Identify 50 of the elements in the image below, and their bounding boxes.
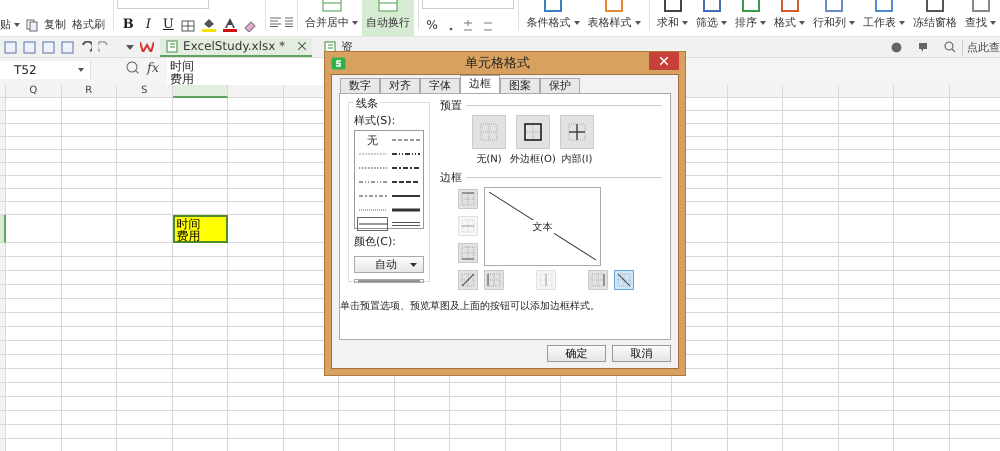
selected-cell[interactable]: 时间 费用	[172, 215, 228, 243]
group-title: 线条	[354, 96, 380, 111]
style-label: 样式(S):	[354, 113, 396, 128]
dialog-title: 单元格格式	[464, 55, 531, 72]
dialog-tab[interactable]: 保护	[540, 78, 580, 93]
search-field[interactable]: 点此查	[962, 40, 1000, 54]
ribbon-button[interactable]: 求和	[653, 0, 692, 36]
name-box[interactable]: T52	[0, 61, 91, 79]
dialog-tab[interactable]: 数字	[340, 78, 380, 93]
ok-button[interactable]: 确定	[547, 345, 606, 362]
dialog-tab[interactable]: 边框	[460, 75, 500, 93]
function-button[interactable]: fx	[147, 61, 160, 76]
preset-label: 无(N)	[476, 153, 502, 166]
wrap-text-button[interactable]: 自动换行	[362, 0, 414, 36]
cancel-button[interactable]: 取消	[612, 345, 671, 362]
format-painter-button[interactable]: 格式刷	[72, 17, 105, 32]
ribbon-button[interactable]: 工作表	[859, 0, 909, 36]
hint-text: 单击预置选项、预览草图及上面的按钮可以添加边框样式。	[340, 300, 600, 313]
column-header[interactable]: Q	[6, 85, 62, 98]
line-style-option[interactable]: 无	[357, 133, 388, 147]
preset-label: 内部(I)	[562, 152, 592, 166]
underline-button[interactable]: U	[161, 17, 176, 32]
preset-label: 外边框(O)	[510, 152, 556, 166]
section-title: 边框	[440, 170, 462, 185]
color-label: 颜色(C):	[354, 234, 397, 249]
ribbon-button[interactable]: 排序	[731, 0, 770, 36]
border-preview[interactable]: 文本	[484, 187, 601, 266]
ribbon-button[interactable]: 条件格式	[522, 0, 584, 36]
italic-button[interactable]: I	[141, 17, 156, 32]
preview-text: 文本	[532, 220, 554, 234]
dialog-tab[interactable]: 图案	[500, 78, 540, 93]
ribbon-button[interactable]: 查找	[961, 0, 1000, 36]
section-title: 预置	[440, 98, 462, 113]
dialog-tab[interactable]: 字体	[420, 78, 460, 93]
percent-button[interactable]: %	[426, 18, 438, 32]
ribbon-button[interactable]: 筛选	[692, 0, 731, 36]
document-tab[interactable]: ExcelStudy.xlsx *	[160, 38, 312, 56]
ribbon-button[interactable]: 格式	[770, 0, 809, 36]
color-dropdown[interactable]: 自动	[354, 256, 424, 273]
column-header[interactable]: R	[62, 85, 117, 98]
ribbon-button[interactable]: 行和列	[809, 0, 859, 36]
merge-center-button[interactable]: 合并居中	[301, 0, 362, 36]
ribbon-button[interactable]: 表格样式	[584, 0, 645, 36]
bold-button[interactable]: B	[121, 17, 136, 32]
column-header[interactable]: S	[117, 85, 172, 98]
paste-button[interactable]: 贴	[0, 17, 20, 32]
ribbon-button[interactable]: 冻结窗格	[909, 0, 961, 36]
line-style-list[interactable]: 无	[354, 130, 424, 229]
dialog-tab[interactable]: 对齐	[380, 78, 420, 93]
copy-button[interactable]: 复制	[44, 17, 66, 32]
